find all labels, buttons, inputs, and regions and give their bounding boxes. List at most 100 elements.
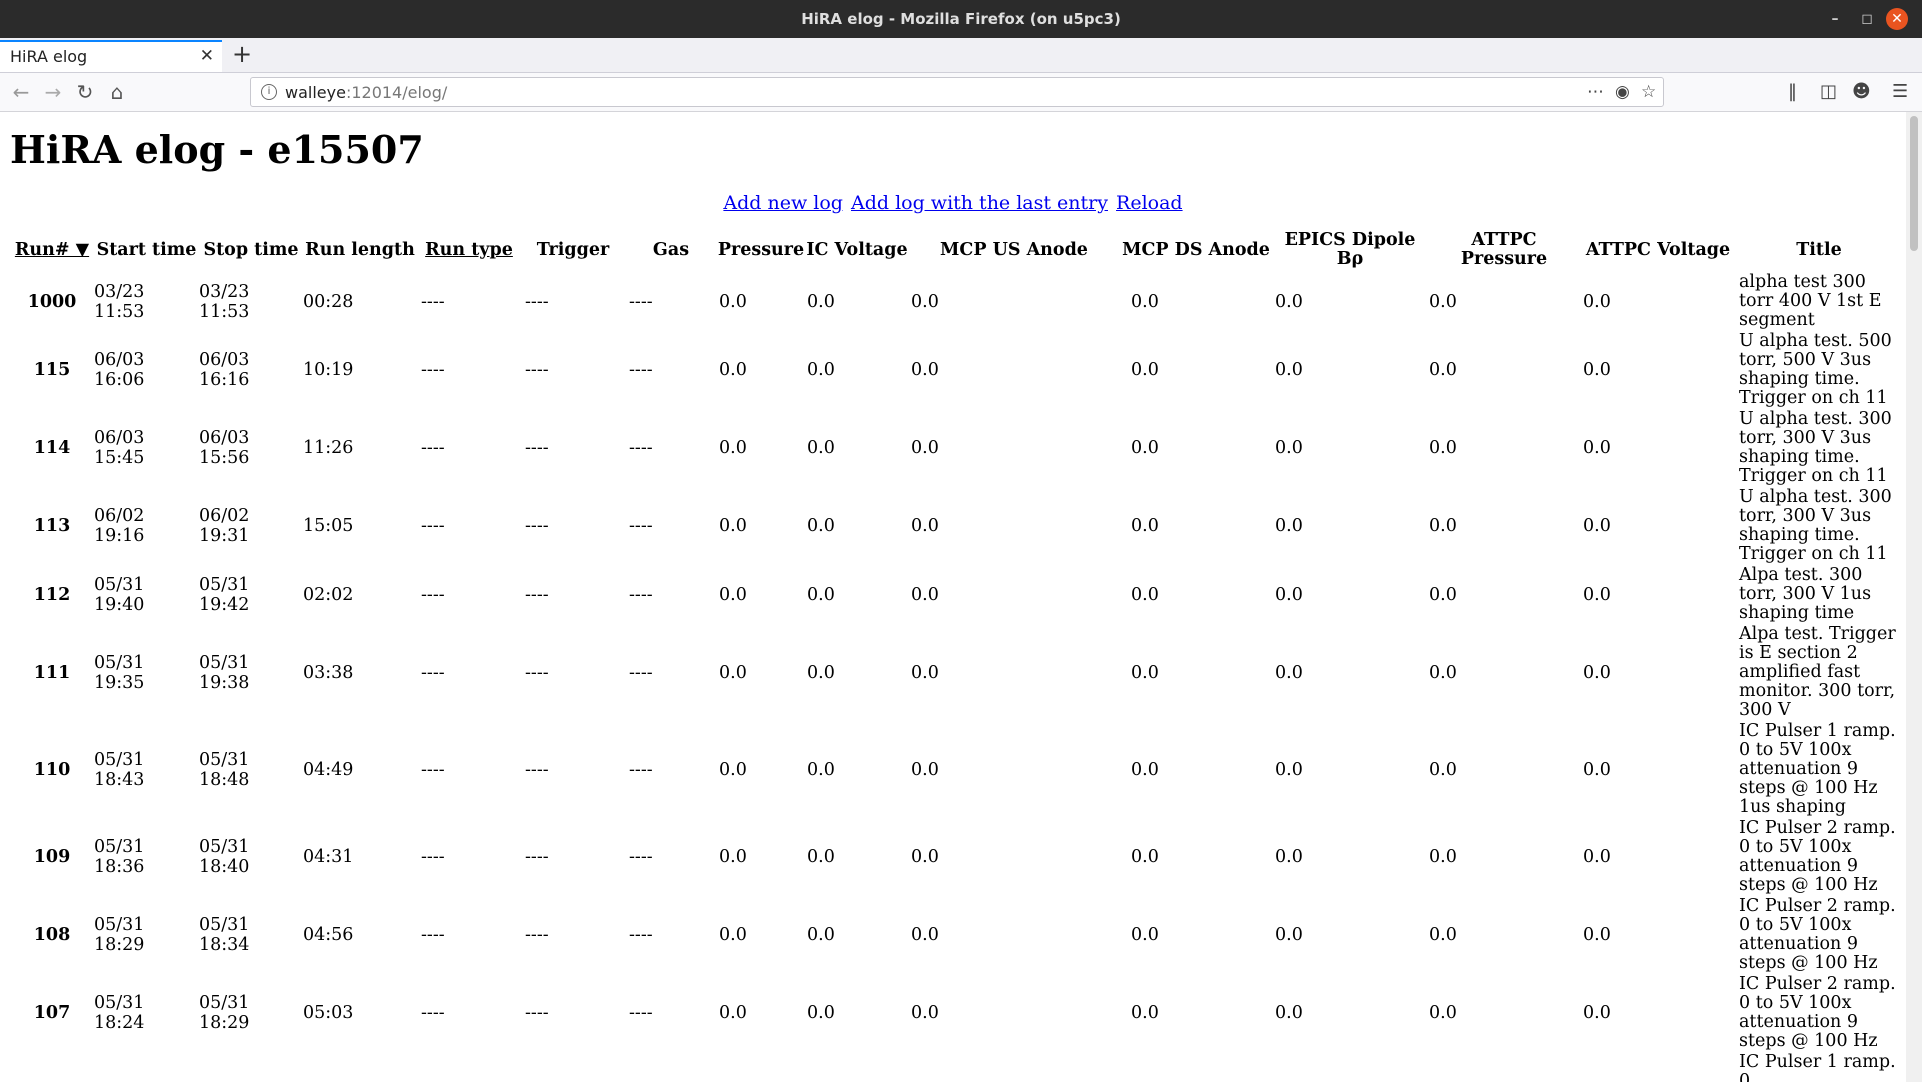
sidebar-icon[interactable]: ◫	[1820, 81, 1837, 102]
mcp-ds-anode: 0.0	[1131, 584, 1159, 605]
col-mcp-ds-header: MCP DS Anode	[1122, 239, 1270, 260]
gas	[625, 1052, 717, 1082]
attpc-pressure: 0.0	[1429, 438, 1457, 458]
epics-dipole	[1273, 1052, 1427, 1082]
col-dipole-header: EPICS Dipole Bρ	[1284, 230, 1416, 269]
run-number: 111	[33, 662, 71, 683]
trigger: ----	[525, 584, 549, 605]
run-length: 05:03	[303, 1003, 354, 1023]
gas: ----	[629, 925, 653, 945]
col-runtype-header[interactable]: Run type	[417, 228, 521, 272]
tab-label: HiRA elog	[10, 47, 88, 66]
run-title: U alpha test. 500 torr, 500 V 3us shapin…	[1739, 331, 1892, 408]
pressure: 0.0	[719, 759, 747, 780]
start-time	[94, 1052, 199, 1082]
mcp-us-anode: 0.0	[911, 1003, 939, 1023]
stop-time: 05/31 18:29	[199, 993, 250, 1033]
ic-voltage: 0.0	[807, 925, 835, 945]
vertical-scrollbar[interactable]	[1906, 112, 1922, 1082]
attpc-pressure: 0.0	[1429, 662, 1457, 683]
mcp-ds-anode: 0.0	[1131, 662, 1159, 683]
attpc-voltage: 0.0	[1583, 1003, 1611, 1023]
col-attpc-voltage-header: ATTPC Voltage	[1585, 239, 1731, 260]
close-window-icon[interactable]: ✕	[1886, 8, 1908, 30]
col-attpc-pressure-header: ATTPC Pressure	[1460, 230, 1548, 269]
url-bar[interactable]: i walleye:12014/elog/ ⋯ ◉ ☆	[250, 77, 1664, 107]
table-row: 108 05/31 18:29 05/31 18:34 04:56 ---- ---- --…	[10, 896, 1903, 974]
pressure: 0.0	[719, 925, 747, 945]
add-new-log-link[interactable]: Add new log	[723, 192, 843, 214]
reload-link[interactable]: Reload	[1116, 192, 1183, 214]
mcp-ds-anode: 0.0	[1131, 516, 1159, 536]
forward-icon[interactable]: →	[40, 79, 66, 105]
col-gas-header: Gas	[652, 239, 690, 260]
run-length: 04:49	[303, 759, 354, 780]
run-type: ----	[421, 438, 445, 458]
pressure: 0.0	[719, 584, 747, 605]
ic-voltage: 0.0	[807, 1003, 835, 1023]
col-pressure-header: Pressure	[717, 239, 805, 260]
add-log-last-entry-link[interactable]: Add log with the last entry	[851, 192, 1108, 214]
run-length: 04:31	[303, 847, 354, 867]
attpc-voltage: 0.0	[1583, 925, 1611, 945]
gas: ----	[629, 662, 653, 683]
col-trigger-header: Trigger	[536, 239, 610, 260]
epics-dipole: 0.0	[1275, 438, 1303, 458]
stop-time: 05/31 18:34	[199, 915, 250, 955]
start-time: 06/02 19:16	[94, 506, 145, 546]
attpc-pressure: 0.0	[1429, 291, 1457, 312]
table-row: 113 06/02 19:16 06/02 19:31 15:05 ---- ---- --…	[10, 487, 1903, 565]
back-icon[interactable]: ←	[8, 79, 34, 105]
run-number: 112	[33, 584, 71, 605]
mcp-ds-anode: 0.0	[1131, 291, 1159, 312]
window-title: HiRA elog - Mozilla Firefox (on u5pc3)	[801, 10, 1121, 28]
ic-voltage: 0.0	[807, 847, 835, 867]
run-type: ----	[421, 925, 445, 945]
stop-time: 05/31 19:42	[199, 574, 250, 615]
stop-time	[199, 1052, 303, 1082]
trigger: ----	[525, 1003, 549, 1023]
mcp-us-anode: 0.0	[911, 516, 939, 536]
run-number: 114	[33, 438, 71, 458]
run-type: ----	[421, 1003, 445, 1023]
maximize-icon[interactable]: ◻	[1856, 8, 1878, 30]
run-number: 109	[33, 847, 71, 867]
col-title-header: Title	[1796, 239, 1842, 260]
bookmark-star-icon[interactable]: ☆	[1641, 82, 1656, 102]
scrollbar-thumb[interactable]	[1910, 116, 1918, 251]
pressure: 0.0	[719, 847, 747, 867]
attpc-pressure: 0.0	[1429, 759, 1457, 780]
url-text[interactable]: walleye:12014/elog/	[285, 83, 447, 102]
page-title: HiRA elog - e15507	[10, 127, 424, 172]
new-tab-icon[interactable]: +	[232, 40, 252, 68]
trigger	[521, 1052, 625, 1082]
epics-dipole: 0.0	[1275, 925, 1303, 945]
library-icon[interactable]: ‖	[1788, 81, 1797, 102]
close-tab-icon[interactable]: ✕	[200, 46, 214, 66]
tab-hira-elog[interactable]: HiRA elog ✕	[0, 40, 222, 72]
minimize-icon[interactable]: –	[1824, 8, 1846, 30]
run-title: Alpa test. 300 torr, 300 V 1us shaping t…	[1739, 565, 1872, 623]
run-number: 115	[33, 360, 71, 380]
reload-icon[interactable]: ↻	[72, 79, 98, 105]
pressure	[717, 1052, 805, 1082]
start-time: 05/31 18:24	[94, 993, 145, 1033]
home-icon[interactable]: ⌂	[104, 79, 130, 105]
account-icon[interactable]: ☻	[1852, 81, 1871, 102]
table-header-row: Run# ▼ Start time Stop time Run length R…	[10, 228, 1903, 272]
run-title: U alpha test. 300 torr, 300 V 3us shapin…	[1739, 409, 1892, 486]
pocket-icon[interactable]: ◉	[1615, 82, 1630, 102]
run-number: 1000	[27, 291, 77, 312]
menu-icon[interactable]: ☰	[1892, 81, 1908, 102]
window-titlebar: HiRA elog - Mozilla Firefox (on u5pc3) –…	[0, 0, 1922, 38]
col-run-header[interactable]: Run# ▼	[10, 228, 94, 272]
ic-voltage: 0.0	[807, 584, 835, 605]
start-time: 05/31 18:29	[94, 915, 145, 955]
table-row: 1000 03/23 11:53 03/23 11:53 00:28 ---- ---- -…	[10, 272, 1903, 331]
stop-time: 05/31 18:48	[199, 749, 250, 790]
epics-dipole: 0.0	[1275, 360, 1303, 380]
info-icon[interactable]: i	[261, 84, 277, 100]
ic-voltage	[805, 1052, 909, 1082]
run-title: IC Pulser 2 ramp. 0 to 5V 100x attenuati…	[1739, 974, 1896, 1051]
page-actions-icon[interactable]: ⋯	[1587, 82, 1604, 102]
